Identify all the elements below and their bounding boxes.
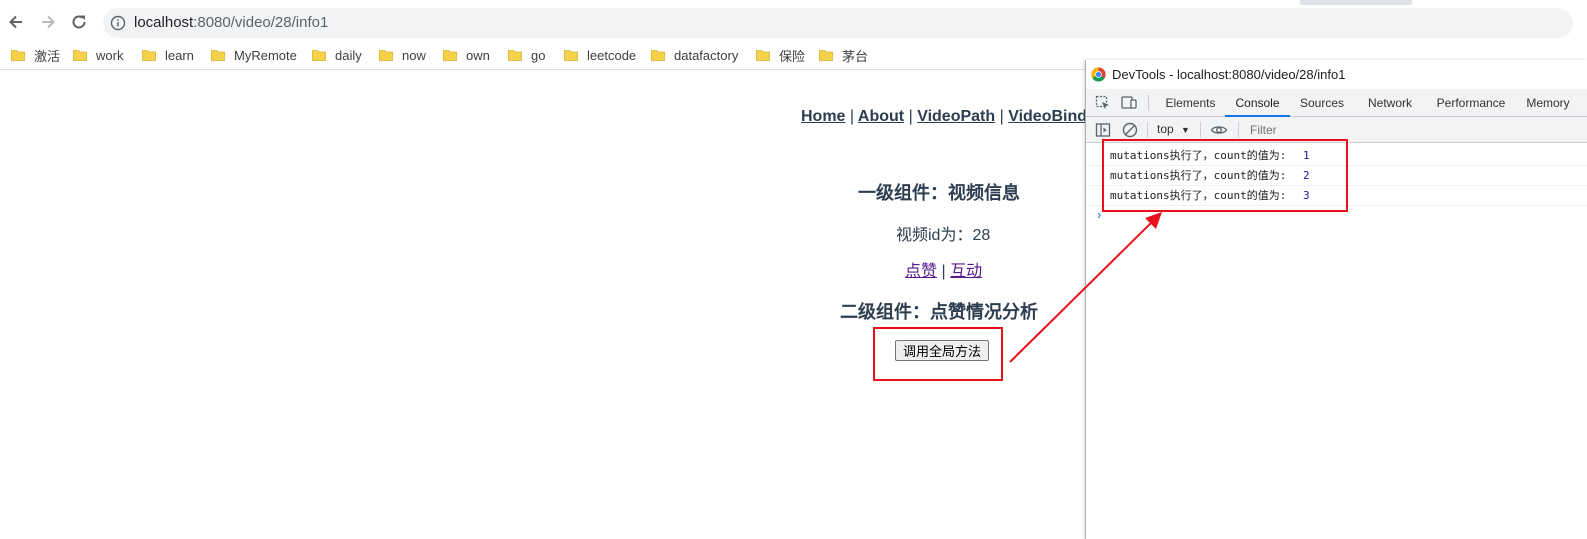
annotation-arrow	[1009, 212, 1162, 363]
browser-window: localhost:8080/video/28/info1 激活 work lear…	[0, 0, 1587, 539]
arrow-line	[1009, 221, 1153, 363]
